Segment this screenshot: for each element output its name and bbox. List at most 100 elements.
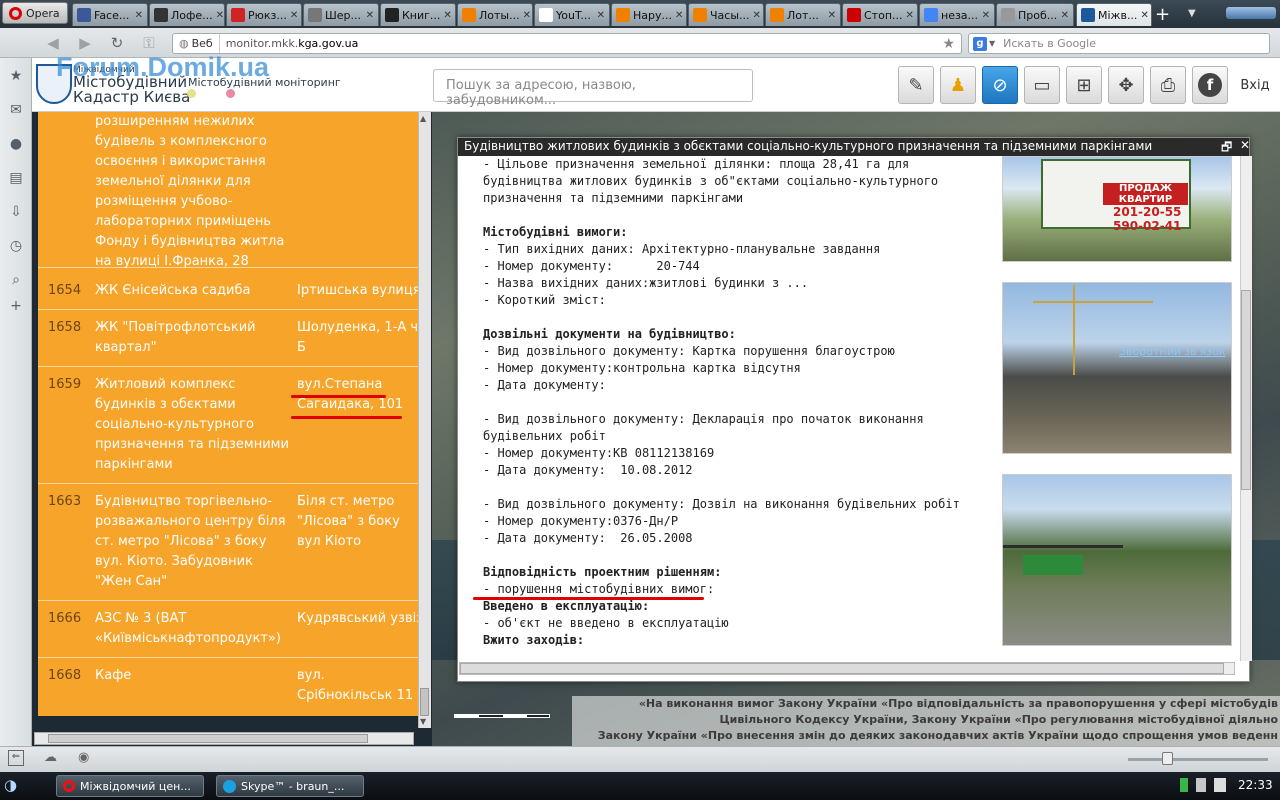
facebook-button[interactable]: f: [1192, 66, 1228, 104]
list-item-name[interactable]: Будівництво торгівельно-розважального це…: [95, 492, 290, 592]
compass-tool-button[interactable]: ⊘: [982, 66, 1018, 104]
browser-tab[interactable]: Часы... ✕: [688, 3, 764, 26]
browser-tab[interactable]: Книг... ✕: [380, 3, 456, 26]
tab-close-icon[interactable]: ✕: [675, 10, 683, 21]
tab-close-icon[interactable]: ✕: [1140, 10, 1148, 21]
list-item[interactable]: 1658 ЖК "Повітрофлотський квартал" Шолуд…: [38, 310, 418, 367]
window-controls[interactable]: [1226, 7, 1276, 19]
search-icon[interactable]: ⌕: [8, 272, 24, 288]
history-clock-icon[interactable]: ◷: [8, 238, 24, 254]
panel-toggle-icon[interactable]: ⇐: [8, 750, 24, 766]
search-engine-chevron-icon[interactable]: ▼: [989, 39, 995, 48]
tab-close-icon[interactable]: ✕: [523, 10, 531, 21]
list-hscroll-thumb[interactable]: [48, 734, 368, 743]
list-item-address[interactable]: Іртишська вулиця: [297, 281, 418, 301]
bookmarks-star-icon[interactable]: ★: [8, 68, 24, 84]
browser-tab[interactable]: Нару... ✕: [611, 3, 687, 26]
cloud-icon[interactable]: ☁: [44, 750, 57, 765]
popup-close-icon[interactable]: ✕: [1240, 138, 1250, 152]
tab-close-icon[interactable]: ✕: [906, 10, 914, 21]
tab-close-icon[interactable]: ✕: [597, 10, 605, 21]
layers-tool-button[interactable]: ⊞: [1066, 66, 1102, 104]
tray-icon[interactable]: [1180, 778, 1188, 792]
start-button[interactable]: ◑: [4, 776, 28, 796]
list-item-name[interactable]: Кафе: [95, 666, 290, 686]
construction-photo[interactable]: ПРОДАЖ КВАРТИР 201-20-55 590-02-41: [1002, 156, 1232, 262]
site-search-input[interactable]: Пошук за адресою, назвою, забудовником..…: [433, 69, 753, 108]
tab-close-icon[interactable]: ✕: [982, 10, 990, 21]
feedback-link[interactable]: Зворотний зв'язок: [1119, 345, 1226, 358]
popup-hscroll-thumb[interactable]: [460, 663, 1224, 674]
tab-close-icon[interactable]: ✕: [135, 10, 143, 21]
mail-icon[interactable]: ✉: [8, 102, 24, 118]
add-panel-icon[interactable]: +: [8, 298, 24, 314]
browser-tab[interactable]: Лоты... ✕: [457, 3, 533, 26]
browser-tab[interactable]: Проб... ✕: [996, 3, 1074, 26]
contacts-icon[interactable]: ●: [8, 136, 24, 152]
browser-tab[interactable]: Лофе... ✕: [149, 3, 225, 26]
construction-photo[interactable]: Зворотний зв'язок: [1002, 282, 1232, 454]
list-item[interactable]: 1654 ЖК Єнісейська садиба Іртишська вули…: [38, 273, 418, 310]
back-arrow-icon[interactable]: ◀: [42, 33, 64, 53]
scroll-up-arrow-icon[interactable]: ▲: [420, 114, 426, 123]
list-item-name[interactable]: ЖК "Повітрофлотський квартал": [95, 318, 290, 358]
list-item[interactable]: 1666 АЗС № 3 (ВАТ «Київміськнафтопродукт…: [38, 601, 418, 658]
key-icon[interactable]: ⚿: [138, 33, 160, 53]
list-vertical-scrollbar[interactable]: [418, 112, 431, 728]
new-tab-button[interactable]: +: [1155, 4, 1170, 25]
tray-icon[interactable]: [1196, 778, 1206, 792]
browser-tab[interactable]: YouT... ✕: [534, 3, 610, 26]
list-item-address[interactable]: Кудрявський узвіз: [297, 609, 418, 629]
speed-dial-icon[interactable]: ◉: [78, 750, 89, 765]
opera-menu-button[interactable]: Opera: [2, 2, 68, 24]
forward-arrow-icon[interactable]: ▶: [74, 33, 96, 53]
taskbar-item[interactable]: Skype™ - braun_...: [216, 775, 364, 797]
tab-close-icon[interactable]: ✕: [1061, 10, 1069, 21]
bookmark-star-icon[interactable]: ★: [942, 36, 955, 52]
scroll-down-arrow-icon[interactable]: ▼: [420, 717, 426, 726]
google-icon[interactable]: g: [973, 36, 987, 51]
google-search-field[interactable]: g ▼ Искать в Google: [968, 33, 1270, 54]
zoom-slider-thumb[interactable]: [1162, 752, 1173, 765]
tab-close-icon[interactable]: ✕: [828, 10, 836, 21]
list-item-address[interactable]: Шолуденка, 1-А ч Б: [297, 318, 418, 358]
print-tool-button[interactable]: ⎙: [1150, 66, 1186, 104]
pegman-tool-button[interactable]: ♟: [940, 66, 976, 104]
clock[interactable]: 22:33: [1238, 778, 1273, 792]
address-bar[interactable]: ◍ Веб monitor.mkk.kga.gov.ua ★: [172, 33, 962, 54]
list-item[interactable]: розширенням нежилих будівель з комплексн…: [38, 112, 418, 269]
popup-scroll-thumb[interactable]: [1241, 290, 1251, 490]
tab-close-icon[interactable]: ✕: [366, 10, 374, 21]
login-button[interactable]: Вхід: [1234, 66, 1276, 104]
list-item-address[interactable]: Біля ст. метро "Лісова" з боку вул Кіото: [297, 492, 418, 552]
construction-photo[interactable]: [1002, 474, 1232, 646]
tab-menu-chevron-icon[interactable]: ▼: [1188, 8, 1196, 19]
browser-tab[interactable]: неза... ✕: [919, 3, 995, 26]
browser-tab[interactable]: Face... ✕: [72, 3, 148, 26]
notes-icon[interactable]: ▤: [8, 170, 24, 186]
list-item[interactable]: 1663 Будівництво торгівельно-розважально…: [38, 484, 418, 601]
browser-tab[interactable]: Стоп... ✕: [842, 3, 918, 26]
tab-close-icon[interactable]: ✕: [290, 10, 298, 21]
reload-icon[interactable]: ↻: [106, 33, 128, 53]
network-icon[interactable]: [1214, 778, 1226, 792]
browser-tab[interactable]: Лот... ✕: [765, 3, 841, 26]
list-item-name[interactable]: ЖК Єнісейська садиба: [95, 281, 290, 301]
list-item-address[interactable]: вул. Срібнокільськ 11: [297, 666, 418, 706]
edit-tool-button[interactable]: ✎: [898, 66, 934, 104]
list-item-name[interactable]: розширенням нежилих будівель з комплексн…: [95, 112, 290, 272]
tab-close-icon[interactable]: ✕: [216, 10, 224, 21]
move-tool-button[interactable]: ✥: [1108, 66, 1144, 104]
list-item[interactable]: 1659 Житловий комплекс будинків з обєкта…: [38, 367, 418, 484]
ruler-tool-button[interactable]: ▭: [1024, 66, 1060, 104]
tab-close-icon[interactable]: ✕: [753, 10, 761, 21]
zoom-slider[interactable]: [1128, 758, 1268, 761]
web-badge[interactable]: ◍ Веб: [173, 34, 220, 53]
browser-tab[interactable]: Рюкз... ✕: [226, 3, 302, 26]
list-item-name[interactable]: АЗС № 3 (ВАТ «Київміськнафтопродукт»): [95, 609, 290, 649]
list-item[interactable]: 1668 Кафе вул. Срібнокільськ 11: [38, 658, 418, 716]
list-scroll-thumb[interactable]: [420, 688, 429, 716]
browser-tab[interactable]: Міжв... ✕: [1076, 3, 1152, 26]
tab-close-icon[interactable]: ✕: [443, 10, 451, 21]
list-item-name[interactable]: Житловий комплекс будинків з обєктами со…: [95, 375, 290, 475]
